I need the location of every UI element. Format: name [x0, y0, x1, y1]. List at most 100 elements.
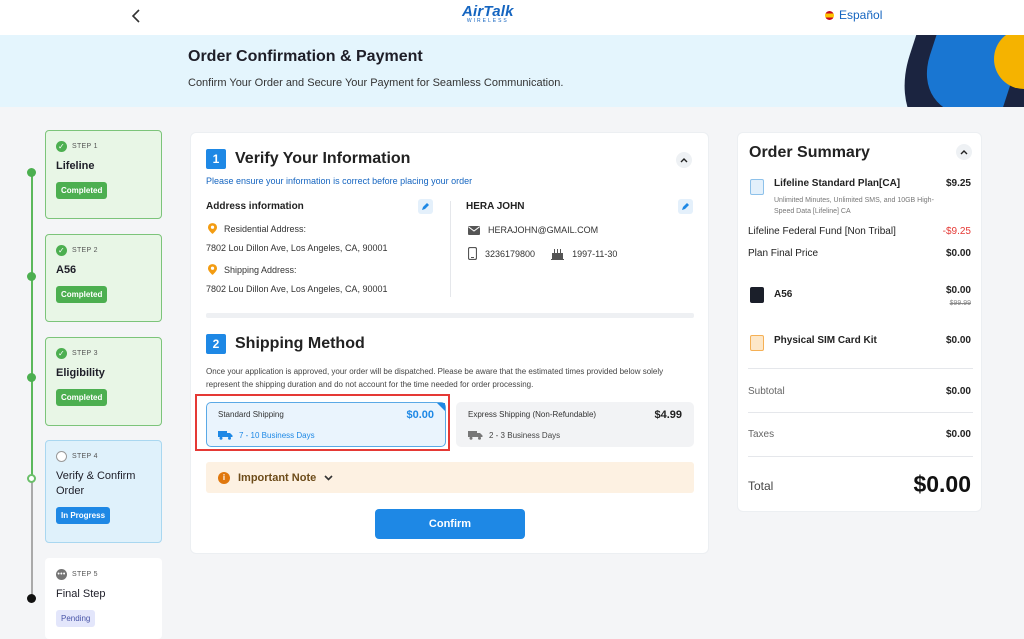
important-note-toggle[interactable]: i Important Note	[206, 462, 694, 493]
subtotal-value: $0.00	[945, 386, 971, 397]
step-name: Eligibility	[56, 367, 105, 379]
plan-detail: Unlimited Minutes, Unlimited SMS, and 10…	[774, 197, 934, 215]
chevron-down-icon	[324, 474, 333, 481]
step-dot	[27, 272, 36, 281]
verify-section-header: 1 Verify Your Information	[206, 149, 410, 169]
info-icon: i	[218, 471, 230, 484]
edit-contact-button[interactable]	[678, 199, 693, 214]
spain-flag-icon	[825, 10, 834, 20]
step-card-final[interactable]: ••• STEP 5 Final Step Pending	[45, 558, 162, 639]
status-badge: In Progress	[56, 507, 111, 524]
check-icon: ✓	[56, 141, 67, 152]
chevron-left-icon	[131, 9, 140, 23]
status-badge: Completed	[56, 389, 108, 406]
summary-divider	[748, 368, 973, 369]
step-card-a56[interactable]: ✓ STEP 2 A56 Completed	[45, 234, 162, 322]
sim-price: $0.00	[945, 335, 971, 346]
sim-name: Physical SIM Card Kit	[774, 335, 877, 346]
step-number: STEP 4	[72, 453, 98, 460]
customer-name: HERA JOHN	[466, 201, 525, 212]
phone-icon	[468, 247, 477, 260]
step-number: STEP 2	[72, 247, 98, 254]
plan-price: $9.25	[945, 178, 971, 189]
step-name: Final Step	[56, 588, 106, 600]
plan-name: Lifeline Standard Plan[CA]	[774, 178, 901, 189]
shipping-option-price: $4.99	[654, 409, 682, 421]
pencil-icon	[682, 203, 689, 210]
language-toggle[interactable]: Español	[825, 8, 882, 22]
chevron-up-icon	[960, 150, 968, 155]
mail-icon	[468, 225, 480, 235]
step-name: A56	[56, 264, 77, 276]
step-number-row: STEP 4	[56, 451, 151, 462]
logo-subtext: WIRELESS	[466, 18, 509, 24]
taxes-label: Taxes	[748, 429, 775, 440]
step-name: Lifeline	[56, 160, 95, 172]
step-card-verify[interactable]: STEP 4 Verify & Confirm Order In Progres…	[45, 440, 162, 543]
section-divider	[206, 313, 694, 318]
truck-icon	[218, 431, 233, 440]
fund-label: Lifeline Federal Fund [Non Tribal]	[748, 226, 896, 237]
step-name: Verify & Confirm Order	[56, 470, 136, 497]
back-button[interactable]	[124, 4, 148, 28]
important-note-label: Important Note	[238, 471, 317, 484]
check-icon: ✓	[56, 348, 67, 359]
top-bar: AirTalk WIRELESS Español	[0, 0, 1024, 35]
step-number: STEP 5	[72, 571, 98, 578]
birthday-cake-icon	[551, 248, 565, 260]
shipping-option-price: $0.00	[406, 409, 434, 421]
shipping-option-name: Express Shipping (Non-Refundable)	[468, 410, 597, 419]
residential-label: Residential Address:	[224, 223, 307, 234]
step-card-lifeline[interactable]: ✓ STEP 1 Lifeline Completed	[45, 130, 162, 219]
step-dot	[27, 474, 36, 483]
step-card-eligibility[interactable]: ✓ STEP 3 Eligibility Completed	[45, 337, 162, 426]
shipping-option-time-row: 7 - 10 Business Days	[218, 430, 315, 440]
order-verification-card: 1 Verify Your Information Please ensure …	[190, 132, 709, 554]
final-price-label: Plan Final Price	[748, 248, 819, 259]
residential-label-row: Residential Address:	[208, 223, 306, 234]
section-number: 1	[206, 149, 226, 169]
shipping-label: Shipping Address:	[224, 264, 297, 275]
summary-divider	[748, 456, 973, 457]
express-shipping-option[interactable]: Express Shipping (Non-Refundable) $4.99 …	[456, 402, 694, 447]
page-subtitle: Confirm Your Order and Secure Your Payme…	[188, 77, 564, 89]
shipping-option-time: 2 - 3 Business Days	[489, 430, 561, 440]
collapse-button[interactable]	[676, 152, 692, 168]
customer-phone: 3236179800	[485, 248, 536, 259]
location-pin-icon	[208, 264, 217, 275]
step-number-row: ✓ STEP 3	[56, 348, 151, 359]
order-summary-card: Order Summary Lifeline Standard Plan[CA]…	[737, 132, 982, 512]
in-progress-icon	[56, 451, 67, 462]
airtalk-logo[interactable]: AirTalk WIRELESS	[462, 3, 514, 24]
step-number: STEP 1	[72, 143, 98, 150]
section-number: 2	[206, 334, 226, 354]
residential-address: 7802 Lou Dillon Ave, Los Angeles, CA, 90…	[206, 243, 388, 253]
email-row: HERAJOHN@GMAIL.COM	[468, 225, 598, 235]
device-original-price: $99.99	[949, 300, 971, 307]
pencil-icon	[422, 203, 429, 210]
standard-shipping-option[interactable]: Standard Shipping $0.00 7 - 10 Business …	[206, 402, 446, 447]
section-title: Shipping Method	[235, 335, 365, 352]
fund-value: -$9.25	[942, 226, 971, 237]
status-badge: Pending	[56, 610, 96, 627]
total-value: $0.00	[913, 471, 971, 497]
summary-collapse-button[interactable]	[956, 144, 972, 160]
plan-icon	[750, 179, 764, 195]
device-price: $0.00	[945, 285, 971, 296]
step-number-row: ••• STEP 5	[56, 569, 151, 580]
truck-icon	[468, 431, 483, 440]
phone-device-icon	[750, 287, 764, 303]
step-number-row: ✓ STEP 2	[56, 245, 151, 256]
step-number-row: ✓ STEP 1	[56, 141, 151, 152]
total-label: Total	[748, 479, 774, 493]
shipping-label-row: Shipping Address:	[208, 264, 297, 275]
summary-divider	[748, 412, 973, 413]
customer-dob: 1997-11-30	[572, 248, 618, 259]
language-label: Español	[839, 8, 883, 22]
step-dot	[27, 594, 36, 603]
confirm-button[interactable]: Confirm	[375, 509, 525, 539]
page-banner: Order Confirmation & Payment Confirm You…	[0, 35, 1024, 107]
column-divider	[450, 201, 451, 297]
device-name: A56	[774, 289, 793, 300]
edit-address-button[interactable]	[418, 199, 433, 214]
